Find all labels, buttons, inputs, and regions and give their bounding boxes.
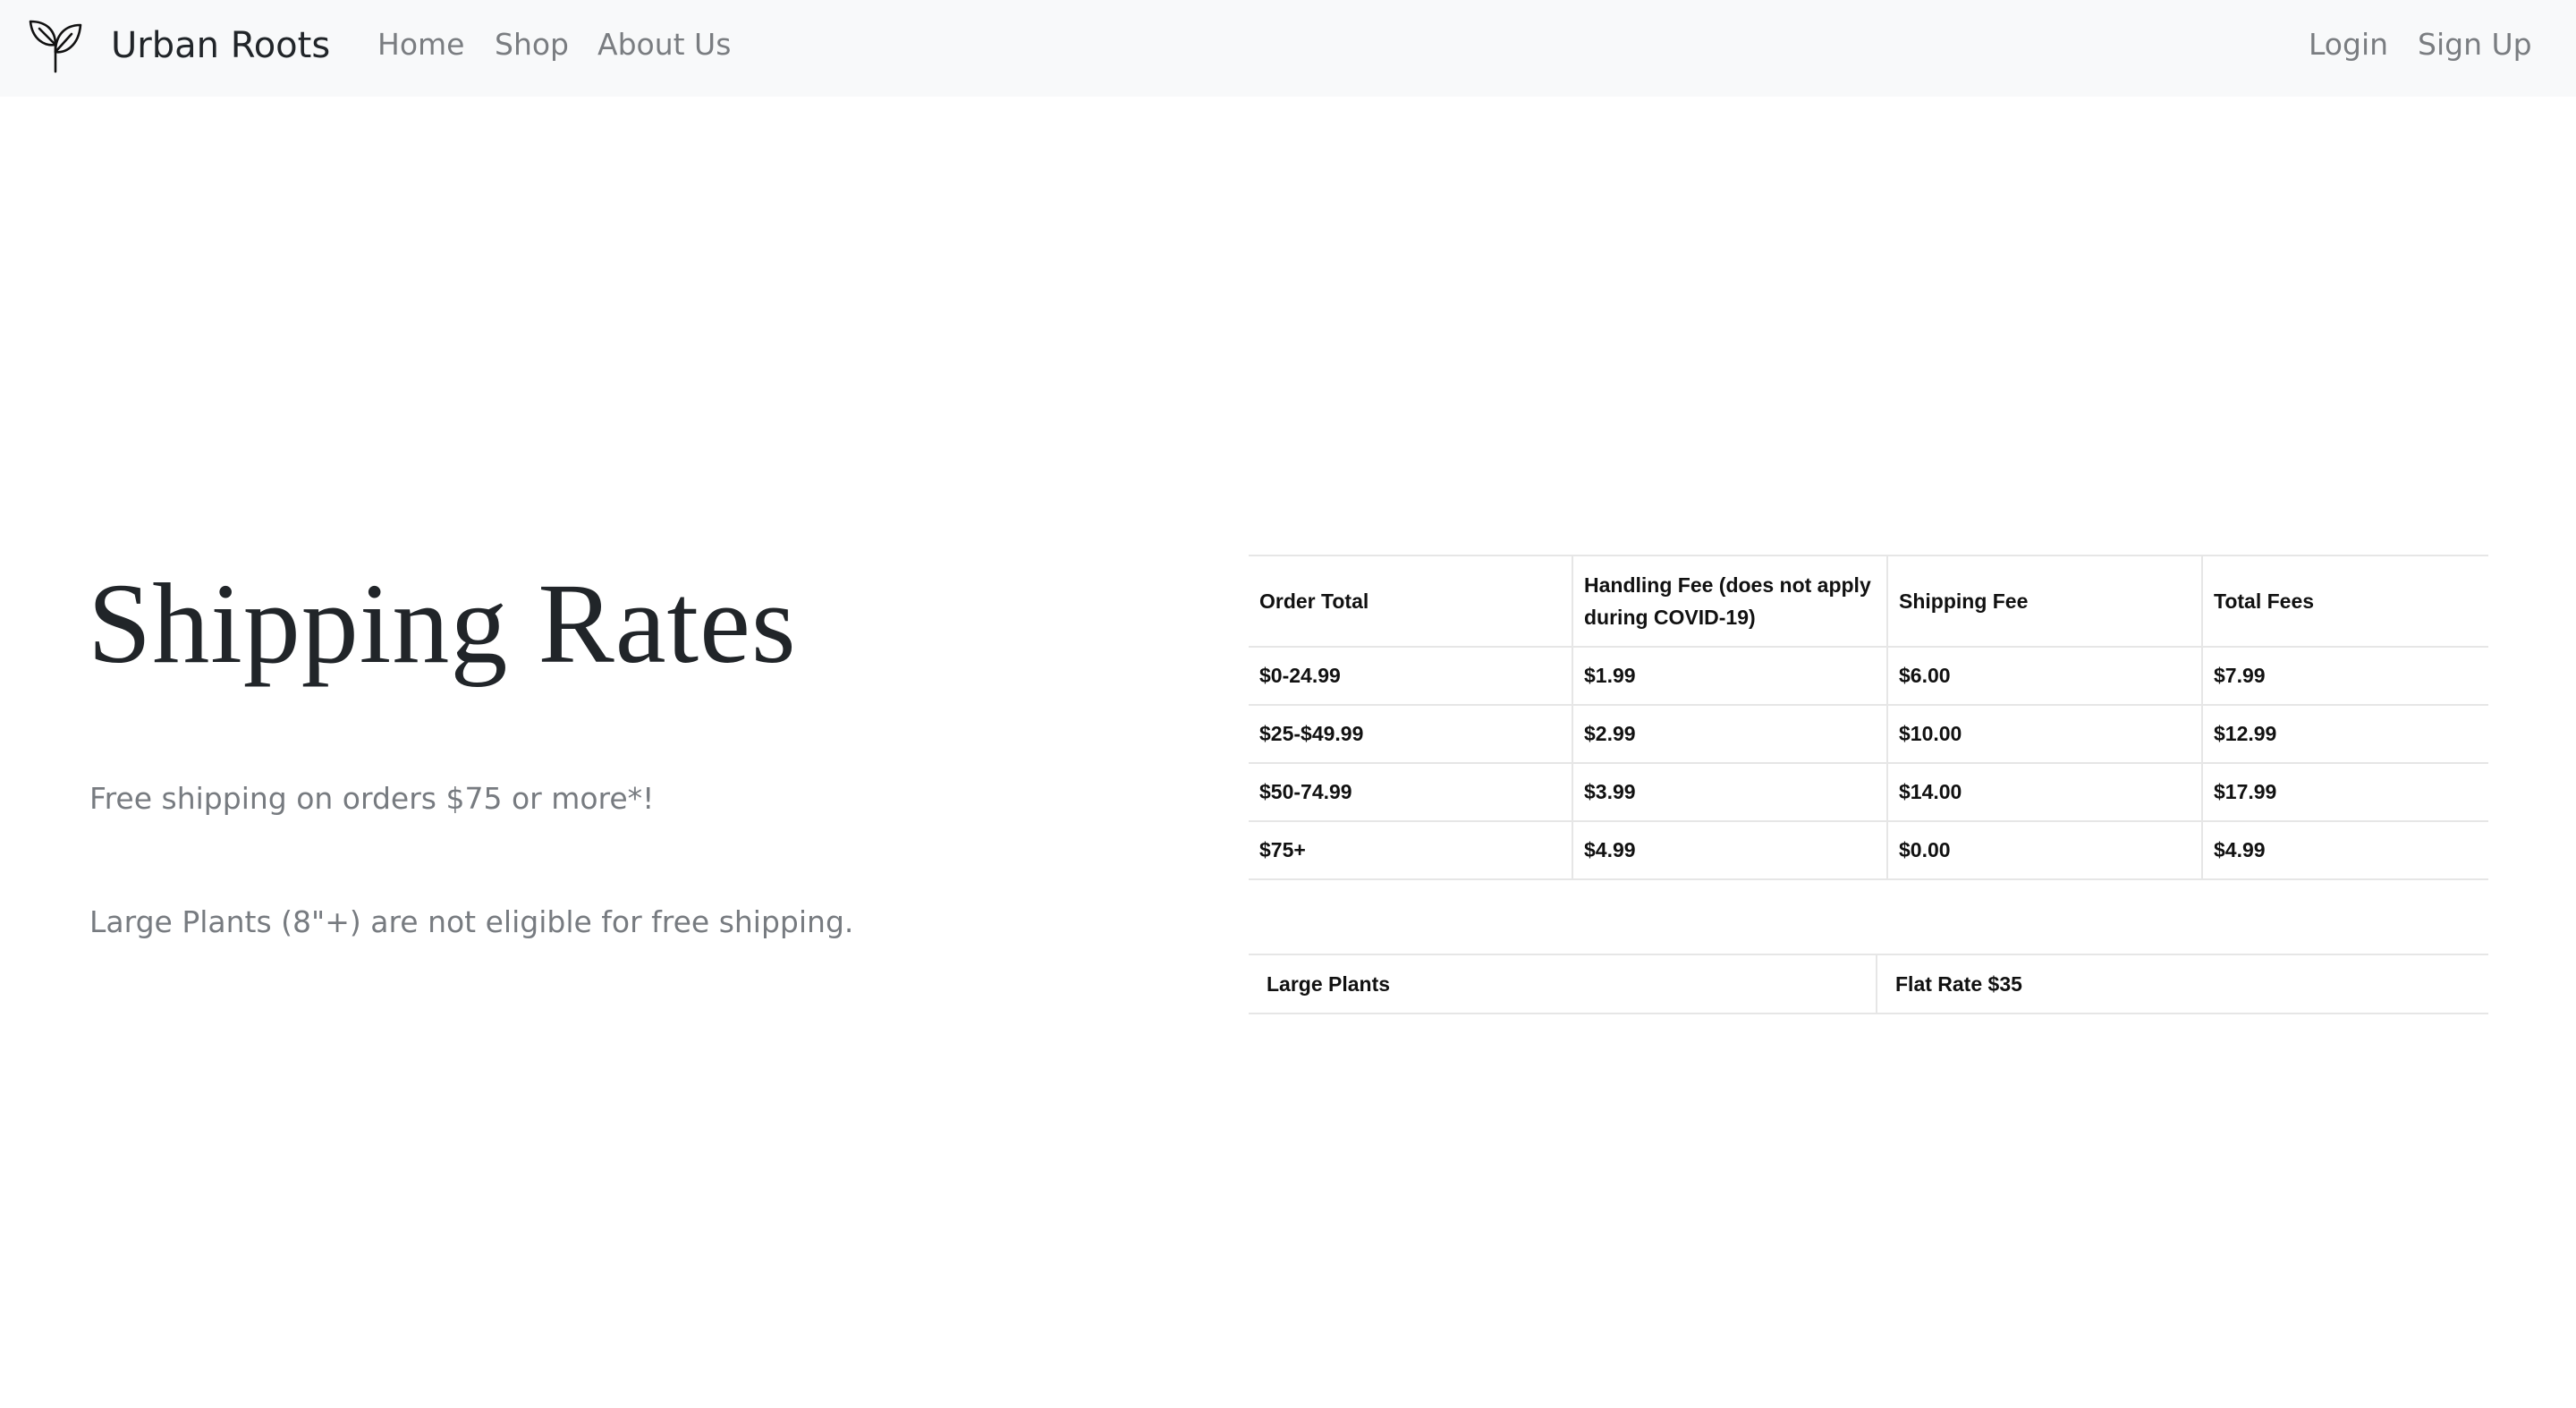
cell-total-fees: $4.99: [2201, 820, 2488, 880]
cell-handling-fee: $1.99: [1572, 646, 1887, 706]
large-plants-label: Large Plants: [1249, 954, 1877, 1014]
table-row: Large Plants Flat Rate $35: [1249, 954, 2488, 1014]
header-total-fees: Total Fees: [2201, 555, 2488, 648]
large-plants-table: Large Plants Flat Rate $35: [1249, 954, 2488, 1014]
header-shipping-fee: Shipping Fee: [1886, 555, 2202, 648]
cell-shipping-fee: $10.00: [1886, 704, 2202, 764]
table-row: $75+ $4.99 $0.00 $4.99: [1249, 820, 2488, 880]
nav-link-sign-up[interactable]: Sign Up: [2418, 25, 2532, 64]
cell-handling-fee: $3.99: [1572, 762, 1887, 822]
table-row: $25-$49.99 $2.99 $10.00 $12.99: [1249, 704, 2488, 764]
header-handling-fee: Handling Fee (does not apply during COVI…: [1572, 555, 1887, 648]
cell-order-total: $75+: [1249, 820, 1572, 880]
top-navbar: Urban Roots Home Shop About Us Login Sig…: [0, 0, 2576, 97]
brand-name[interactable]: Urban Roots: [111, 23, 330, 68]
nav-link-about-us[interactable]: About Us: [597, 25, 731, 64]
cell-handling-fee: $2.99: [1572, 704, 1887, 764]
cell-order-total: $25-$49.99: [1249, 704, 1572, 764]
cell-total-fees: $17.99: [2201, 762, 2488, 822]
cell-handling-fee: $4.99: [1572, 820, 1887, 880]
cell-shipping-fee: $6.00: [1886, 646, 2202, 706]
table-header-row: Order Total Handling Fee (does not apply…: [1249, 555, 2488, 648]
nav-link-home[interactable]: Home: [377, 25, 464, 64]
sprout-icon[interactable]: [27, 18, 84, 73]
nav-link-shop[interactable]: Shop: [495, 25, 569, 64]
large-plants-rate: Flat Rate $35: [1876, 954, 2488, 1014]
header-order-total: Order Total: [1249, 555, 1572, 648]
cell-total-fees: $7.99: [2201, 646, 2488, 706]
nav-link-login[interactable]: Login: [2309, 25, 2388, 64]
table-row: $0-24.99 $1.99 $6.00 $7.99: [1249, 646, 2488, 706]
table-row: $50-74.99 $3.99 $14.00 $17.99: [1249, 762, 2488, 822]
large-plants-note: Large Plants (8"+) are not eligible for …: [89, 904, 854, 939]
cell-shipping-fee: $14.00: [1886, 762, 2202, 822]
cell-total-fees: $12.99: [2201, 704, 2488, 764]
free-shipping-note: Free shipping on orders $75 or more*!: [89, 781, 655, 816]
cell-shipping-fee: $0.00: [1886, 820, 2202, 880]
page-title: Shipping Rates: [88, 560, 797, 687]
cell-order-total: $0-24.99: [1249, 646, 1572, 706]
shipping-rates-table: Order Total Handling Fee (does not apply…: [1249, 555, 2488, 880]
cell-order-total: $50-74.99: [1249, 762, 1572, 822]
